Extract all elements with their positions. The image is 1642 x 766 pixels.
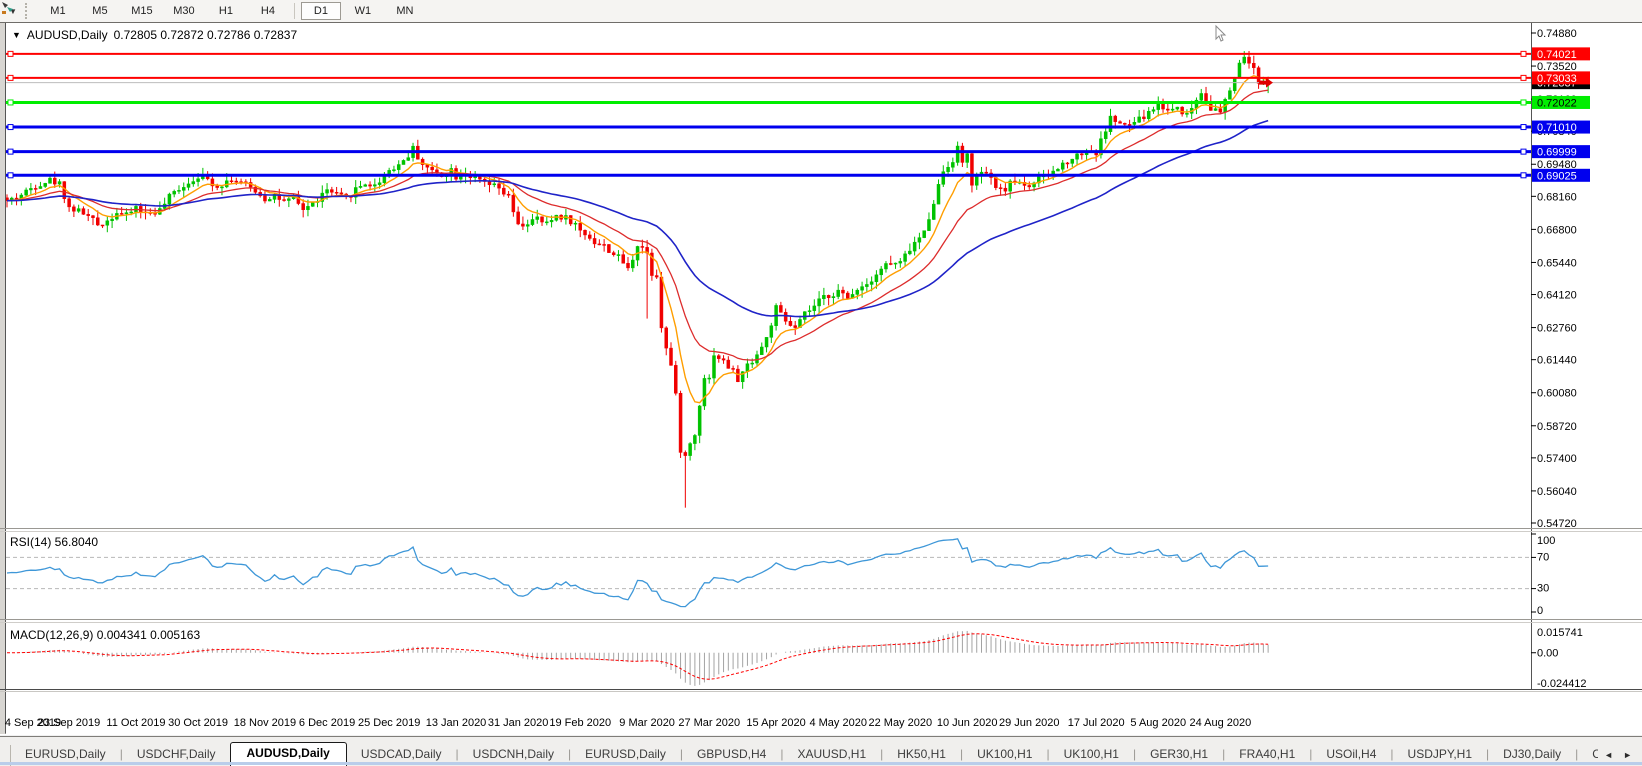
svg-text:100: 100 xyxy=(1537,535,1555,547)
svg-text:0.69025: 0.69025 xyxy=(1537,170,1577,182)
svg-text:9 Mar 2020: 9 Mar 2020 xyxy=(619,717,675,729)
chart-canvas[interactable]: 0.748800.735200.721600.708400.694800.681… xyxy=(0,0,1642,765)
date-axis: 4 Sep 201923 Sep 201911 Oct 201930 Oct 2… xyxy=(5,717,1251,729)
svg-text:0.69999: 0.69999 xyxy=(1537,147,1577,159)
tab-scroll-right-icon[interactable]: ► xyxy=(1623,750,1632,760)
mouse-cursor xyxy=(1216,26,1225,41)
svg-text:0.015741: 0.015741 xyxy=(1537,627,1583,639)
tab-scroll-left-icon[interactable]: ◄ xyxy=(1604,750,1613,760)
svg-text:13 Jan 2020: 13 Jan 2020 xyxy=(426,717,487,729)
chart-title-row: ▼ AUDUSD,Daily 0.72805 0.72872 0.72786 0… xyxy=(12,28,297,42)
svg-text:0.61440: 0.61440 xyxy=(1537,355,1577,367)
rsi-panel: 100 70 30 0 xyxy=(6,534,1555,617)
svg-text:0.74021: 0.74021 xyxy=(1537,49,1577,61)
ma-20-line xyxy=(7,90,1268,360)
mt4-window: { "toolbar": { "timeframes": ["M1","M5",… xyxy=(0,0,1642,765)
svg-text:18 Nov 2019: 18 Nov 2019 xyxy=(234,717,296,729)
svg-text:0.71010: 0.71010 xyxy=(1537,122,1577,134)
svg-text:0.54720: 0.54720 xyxy=(1537,518,1577,530)
symbol-dropdown-icon[interactable]: ▼ xyxy=(12,30,21,40)
svg-text:0.56040: 0.56040 xyxy=(1537,486,1577,498)
svg-text:27 Mar 2020: 27 Mar 2020 xyxy=(678,717,740,729)
svg-text:17 Jul 2020: 17 Jul 2020 xyxy=(1068,717,1125,729)
svg-text:0.00: 0.00 xyxy=(1537,648,1558,660)
svg-text:0: 0 xyxy=(1537,605,1543,617)
candlestick-series xyxy=(6,51,1270,508)
svg-text:0.72022: 0.72022 xyxy=(1537,97,1577,109)
svg-text:0.62760: 0.62760 xyxy=(1537,323,1577,335)
chart-ohlc-values: 0.72805 0.72872 0.72786 0.72837 xyxy=(114,28,298,42)
svg-text:15 Apr 2020: 15 Apr 2020 xyxy=(746,717,805,729)
svg-text:0.58720: 0.58720 xyxy=(1537,421,1577,433)
svg-text:0.73520: 0.73520 xyxy=(1537,61,1577,73)
svg-text:30: 30 xyxy=(1537,583,1549,595)
svg-text:70: 70 xyxy=(1537,551,1549,563)
svg-text:23 Sep 2019: 23 Sep 2019 xyxy=(38,717,100,729)
svg-text:24 Aug 2020: 24 Aug 2020 xyxy=(1189,717,1251,729)
svg-text:0.57400: 0.57400 xyxy=(1537,453,1577,465)
svg-text:0.74880: 0.74880 xyxy=(1537,28,1577,40)
macd-panel: 0.015741 0.00 -0.024412 xyxy=(7,627,1587,690)
svg-text:6 Dec 2019: 6 Dec 2019 xyxy=(299,717,355,729)
macd-indicator-label: MACD(12,26,9) 0.004341 0.005163 xyxy=(10,628,200,642)
svg-text:22 May 2020: 22 May 2020 xyxy=(868,717,932,729)
ma-8-line xyxy=(7,76,1268,403)
moving-average-lines xyxy=(7,76,1268,403)
svg-text:0.65440: 0.65440 xyxy=(1537,257,1577,269)
svg-text:0.66800: 0.66800 xyxy=(1537,224,1577,236)
horizontal-line-objects: 0.74021 0.73033 0.72022 0.71010 0.69999 0.690… xyxy=(6,47,1590,182)
svg-text:29 Jun 2020: 29 Jun 2020 xyxy=(999,717,1060,729)
svg-text:0.64120: 0.64120 xyxy=(1537,290,1577,302)
chart-frame-lines xyxy=(0,23,1642,734)
last-price-arrow-icon xyxy=(1259,78,1273,88)
svg-text:-0.024412: -0.024412 xyxy=(1537,678,1587,690)
svg-text:11 Oct 2019: 11 Oct 2019 xyxy=(106,717,165,729)
svg-text:31 Jan 2020: 31 Jan 2020 xyxy=(488,717,549,729)
svg-text:0.73033: 0.73033 xyxy=(1537,73,1577,85)
svg-text:4 May 2020: 4 May 2020 xyxy=(809,717,866,729)
svg-text:5 Aug 2020: 5 Aug 2020 xyxy=(1130,717,1186,729)
svg-text:30 Oct 2019: 30 Oct 2019 xyxy=(168,717,228,729)
svg-text:10 Jun 2020: 10 Jun 2020 xyxy=(937,717,998,729)
rsi-line xyxy=(7,539,1268,607)
svg-text:19 Feb 2020: 19 Feb 2020 xyxy=(549,717,611,729)
svg-text:0.60080: 0.60080 xyxy=(1537,388,1577,400)
ma-50-line xyxy=(7,121,1268,317)
svg-text:0.68160: 0.68160 xyxy=(1537,191,1577,203)
chart-symbol-title: AUDUSD,Daily xyxy=(27,28,108,42)
rsi-indicator-label: RSI(14) 56.8040 xyxy=(10,535,98,549)
svg-text:25 Dec 2019: 25 Dec 2019 xyxy=(358,717,420,729)
